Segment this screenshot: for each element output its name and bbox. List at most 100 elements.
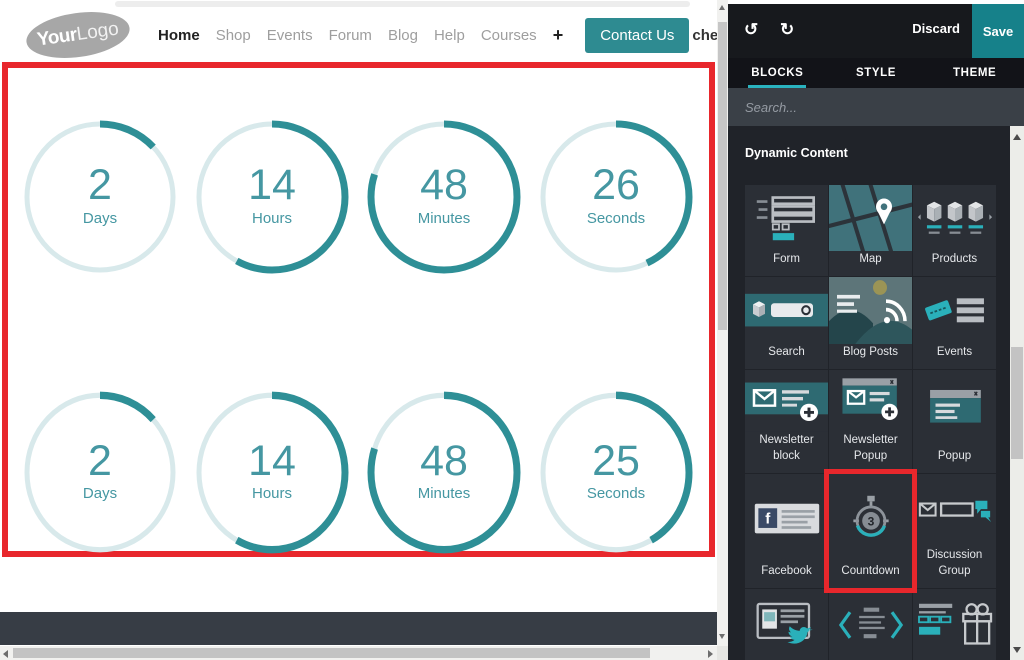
nav-item-help[interactable]: Help xyxy=(434,27,465,44)
block-tile-code-chevrons[interactable] xyxy=(829,589,912,660)
countdown-row-1: 2Days14Hours48Minutes26Seconds xyxy=(8,119,709,275)
block-tile-gift[interactable] xyxy=(913,589,996,660)
map-icon xyxy=(829,185,912,251)
block-tile-popup[interactable]: Popup xyxy=(913,370,996,473)
countdown-circle-hours[interactable]: 14Hours xyxy=(194,119,350,275)
countdown-circle-days[interactable]: 2Days xyxy=(22,119,178,275)
block-tile-label: Newsletter block xyxy=(745,432,828,473)
block-tile-newsletter-block[interactable]: Newsletter block xyxy=(745,370,828,473)
discussion-group-icon xyxy=(913,474,996,547)
products-icon xyxy=(913,185,996,251)
countdown-circle-days[interactable]: 2Days xyxy=(22,390,178,555)
section-title: Dynamic Content xyxy=(745,146,848,160)
user-name-partial[interactable]: chell xyxy=(692,27,717,44)
svg-text:3: 3 xyxy=(867,514,874,528)
website-builder-screen: YourLogo Home Shop Events Forum Blog Help Cour… xyxy=(0,0,1024,660)
site-navbar: YourLogo Home Shop Events Forum Blog Help Cour… xyxy=(0,8,717,62)
block-tile-label: Popup xyxy=(913,448,996,473)
block-tile-label: Products xyxy=(913,251,996,276)
panel-scroll-up-icon[interactable] xyxy=(1013,134,1021,140)
selected-countdown-section[interactable]: 2Days14Hours48Minutes26Seconds 2Days14Ho… xyxy=(2,62,715,557)
tab-style[interactable]: STYLE xyxy=(827,58,926,88)
countdown-circle-seconds[interactable]: 25Seconds xyxy=(538,390,694,555)
nav-items: Home Shop Events Forum Blog Help Courses xyxy=(158,27,537,44)
countdown-icon: 3 xyxy=(829,474,912,563)
scroll-up-icon[interactable] xyxy=(719,5,725,10)
editor-panel: ↺ ↻ Discard Save BLOCKSSTYLETHEME Dynami… xyxy=(728,4,1024,660)
block-tile-form[interactable]: Form xyxy=(745,185,828,276)
nav-item-shop[interactable]: Shop xyxy=(216,27,251,44)
scroll-right-icon[interactable] xyxy=(708,650,713,658)
countdown-circle-minutes[interactable]: 48Minutes xyxy=(366,390,522,555)
nav-item-home[interactable]: Home xyxy=(158,27,200,44)
editor-tabs: BLOCKSSTYLETHEME xyxy=(728,58,1024,88)
popup-icon xyxy=(913,370,996,448)
block-tile-countdown[interactable]: 3 Countdown xyxy=(829,474,912,588)
block-tile-facebook[interactable]: fFacebook xyxy=(745,474,828,588)
countdown-circle-hours[interactable]: 14Hours xyxy=(194,390,350,555)
block-tile-discussion-group[interactable]: Discussion Group xyxy=(913,474,996,588)
add-page-plus-icon[interactable]: + xyxy=(553,25,564,46)
block-tile-label: Map xyxy=(829,251,912,276)
code-chevrons-icon xyxy=(829,589,912,660)
block-tile-label: Blog Posts xyxy=(829,344,912,369)
block-tile-label: Countdown xyxy=(829,563,912,588)
nav-item-blog[interactable]: Blog xyxy=(388,27,418,44)
preview-vertical-scrollbar[interactable] xyxy=(717,0,728,646)
nav-item-events[interactable]: Events xyxy=(267,27,313,44)
twitter-card-icon xyxy=(745,589,828,660)
block-tile-label: Facebook xyxy=(745,563,828,588)
top-bar-hint xyxy=(115,1,690,7)
redo-icon[interactable]: ↻ xyxy=(780,19,794,41)
site-footer-strip xyxy=(0,612,717,645)
facebook-icon: f xyxy=(745,474,828,563)
blog-posts-icon xyxy=(829,277,912,344)
gift-icon xyxy=(913,589,996,660)
undo-icon[interactable]: ↺ xyxy=(744,19,758,41)
blocks-panel-content: Dynamic Content FormMapProducts SearchBlo… xyxy=(728,126,1024,660)
nav-item-forum[interactable]: Forum xyxy=(329,27,372,44)
events-icon xyxy=(913,277,996,344)
newsletter-block-icon xyxy=(745,370,828,432)
countdown-circle-minutes[interactable]: 48Minutes xyxy=(366,119,522,275)
panel-scrollbar[interactable] xyxy=(1010,126,1024,660)
horizontal-scroll-thumb[interactable] xyxy=(13,648,650,658)
newsletter-popup-icon xyxy=(829,370,912,432)
tab-theme[interactable]: THEME xyxy=(925,58,1024,88)
save-button[interactable]: Save xyxy=(972,4,1024,58)
countdown-row-2: 2Days14Hours48Minutes25Seconds xyxy=(8,390,709,555)
search-block-icon xyxy=(745,277,828,344)
discard-button[interactable]: Discard xyxy=(912,21,960,36)
block-tile-label: Search xyxy=(745,344,828,369)
contact-us-button[interactable]: Contact Us xyxy=(585,18,689,53)
website-preview: YourLogo Home Shop Events Forum Blog Help Cour… xyxy=(0,0,717,660)
block-tile-label: Discussion Group xyxy=(913,547,996,588)
logo-text-logo: Logo xyxy=(75,18,120,46)
block-tile-products[interactable]: Products xyxy=(913,185,996,276)
scroll-down-icon[interactable] xyxy=(719,634,725,639)
panel-scroll-down-icon[interactable] xyxy=(1013,647,1021,653)
block-tile-events[interactable]: Events xyxy=(913,277,996,369)
countdown-circle-seconds[interactable]: 26Seconds xyxy=(538,119,694,275)
tab-blocks[interactable]: BLOCKS xyxy=(728,58,827,88)
top-strip xyxy=(0,0,717,8)
scrollbar-corner xyxy=(717,646,728,660)
block-tile-twitter-card[interactable] xyxy=(745,589,828,660)
panel-scroll-thumb[interactable] xyxy=(1011,347,1023,459)
blocks-grid: FormMapProducts SearchBlog PostsEvents New… xyxy=(745,185,996,660)
block-tile-label: Newsletter Popup xyxy=(829,432,912,473)
logo-text-your: Your xyxy=(36,24,79,51)
vertical-scroll-thumb[interactable] xyxy=(718,22,727,330)
block-tile-label: Form xyxy=(745,251,828,276)
nav-item-courses[interactable]: Courses xyxy=(481,27,537,44)
block-tile-blog-posts[interactable]: Blog Posts xyxy=(829,277,912,369)
preview-horizontal-scrollbar[interactable] xyxy=(0,646,717,660)
scroll-left-icon[interactable] xyxy=(3,650,8,658)
block-tile-newsletter-popup[interactable]: Newsletter Popup xyxy=(829,370,912,473)
blocks-search-input[interactable] xyxy=(728,88,1024,126)
blocks-search-bar xyxy=(728,88,1024,126)
site-logo[interactable]: YourLogo xyxy=(23,6,132,64)
block-tile-map[interactable]: Map xyxy=(829,185,912,276)
block-tile-search[interactable]: Search xyxy=(745,277,828,369)
editor-header: ↺ ↻ Discard Save xyxy=(728,4,1024,58)
